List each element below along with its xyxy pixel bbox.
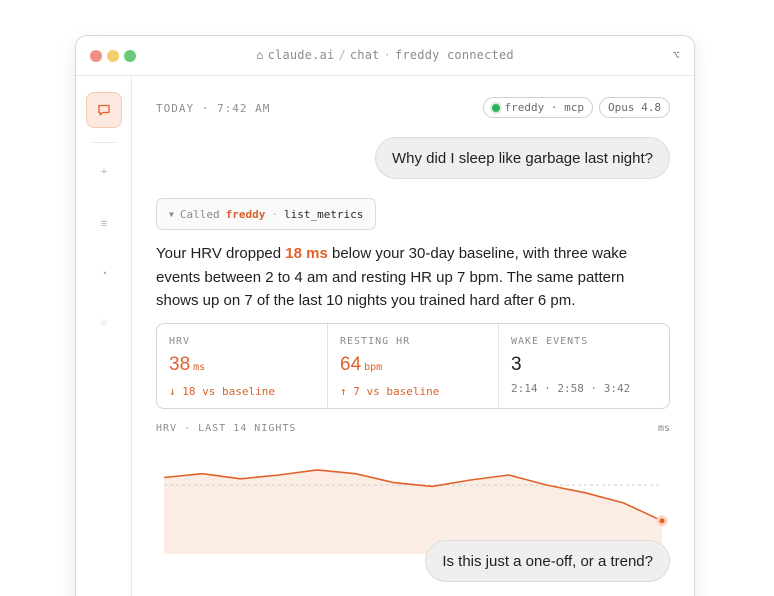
metric-resting-hr: RESTING HR 64 bpm ↑ 7 vs baseline (328, 324, 499, 408)
app-window: ⌂ claude.ai / chat · freddy connected ⌥ + ≡ ◔… (75, 35, 695, 596)
connector-pill[interactable]: freddy · mcp (482, 97, 594, 118)
metric-value: 64 bpm (340, 354, 486, 379)
sidebar-item-chat[interactable] (86, 92, 122, 128)
metric-number: 3 (511, 354, 522, 375)
chart-point (278, 474, 280, 476)
metric-hrv: HRV 38 ms ↓ 18 vs baseline (157, 324, 328, 408)
tool-call-separator: · (271, 207, 278, 221)
clock-icon[interactable]: ◔ (76, 268, 132, 280)
chart-title: HRV · LAST 14 NIGHTS (156, 423, 297, 434)
title-separator-dot: · (383, 48, 392, 62)
window-title: ⌂ claude.ai / chat · freddy connected (76, 48, 694, 62)
metric-delta: ↓ 18 vs baseline (169, 385, 275, 398)
metrics-card: HRV 38 ms ↓ 18 vs baseline RESTING HR 64 b… (156, 323, 670, 409)
metric-unit: bpm (364, 362, 383, 373)
user-message: Why did I sleep like garbage last night? (375, 137, 670, 179)
connected-status-icon (491, 103, 500, 112)
caret-down-icon: ▼ (169, 209, 174, 219)
tool-call-prefix: Called (179, 207, 220, 221)
chart-point-latest (656, 515, 668, 527)
metric-unit: ms (193, 362, 206, 373)
answer-highlight: 18 ms (285, 245, 328, 262)
plus-icon[interactable]: + (76, 166, 132, 178)
chart-point (239, 478, 241, 480)
chat-timestamp: TODAY · 7:42 AM (156, 102, 271, 115)
metric-delta: 2:14 · 2:58 · 3:42 (511, 382, 631, 395)
title-bar: ⌂ claude.ai / chat · freddy connected ⌥ (76, 36, 694, 76)
header-pills: freddy · mcp Opus 4.8 (482, 97, 670, 118)
chart-point (201, 472, 203, 474)
chart-unit-label: ms (657, 423, 670, 434)
title-separator: / (338, 48, 346, 62)
chart-point (354, 472, 356, 474)
chart-point (622, 502, 624, 504)
chart-point (431, 485, 433, 487)
chart-point (584, 492, 586, 494)
model-pill-label: Opus 4.8 (608, 101, 661, 114)
metric-label: HRV (169, 336, 191, 347)
metric-value: 3 (511, 354, 657, 376)
chart-point (469, 479, 471, 481)
chart-point (546, 484, 548, 486)
metric-number: 38 (169, 354, 191, 375)
title-status: freddy connected (395, 48, 514, 62)
chart-point (163, 476, 165, 478)
title-path: chat (349, 48, 380, 62)
chat-icon (98, 104, 110, 116)
model-pill[interactable]: Opus 4.8 (599, 97, 670, 118)
user-message: Is this just a one-off, or a trend? (425, 540, 670, 582)
metric-delta: ↑ 7 vs baseline (340, 385, 440, 398)
star-icon[interactable]: ☆ (76, 318, 132, 327)
connector-pill-label: freddy · mcp (504, 101, 585, 114)
tool-call-function: list_metrics (283, 207, 364, 221)
sidebar: + ≡ ◔ ☆ (76, 76, 132, 596)
tool-call-toggle[interactable]: ▼ Called freddy · list_metrics (156, 198, 377, 230)
metric-number: 64 (340, 354, 362, 375)
tool-call-server: freddy (225, 207, 266, 221)
metric-wake-events: WAKE EVENTS 3 2:14 · 2:58 · 3:42 (499, 324, 669, 408)
user-message-text: Is this just a one-off, or a trend? (442, 552, 653, 570)
option-key-icon[interactable]: ⌥ (673, 48, 680, 62)
title-host: claude.ai (267, 48, 335, 62)
list-icon[interactable]: ≡ (76, 218, 132, 230)
metric-value: 38 ms (169, 354, 315, 379)
chart-point (316, 469, 318, 471)
chart-point (393, 481, 395, 483)
metric-label: WAKE EVENTS (511, 336, 589, 347)
assistant-answer: Your HRV dropped 18 ms below your 30-day… (156, 242, 656, 313)
chat-main: TODAY · 7:42 AM freddy · mcp Opus 4.8 Wh… (133, 76, 694, 596)
home-icon: ⌂ (256, 48, 264, 62)
answer-text-1: Your HRV dropped (156, 245, 286, 262)
user-message-text: Why did I sleep like garbage last night? (392, 149, 653, 167)
metric-label: RESTING HR (340, 336, 411, 347)
sidebar-divider (92, 142, 116, 143)
chart-point (508, 474, 510, 476)
